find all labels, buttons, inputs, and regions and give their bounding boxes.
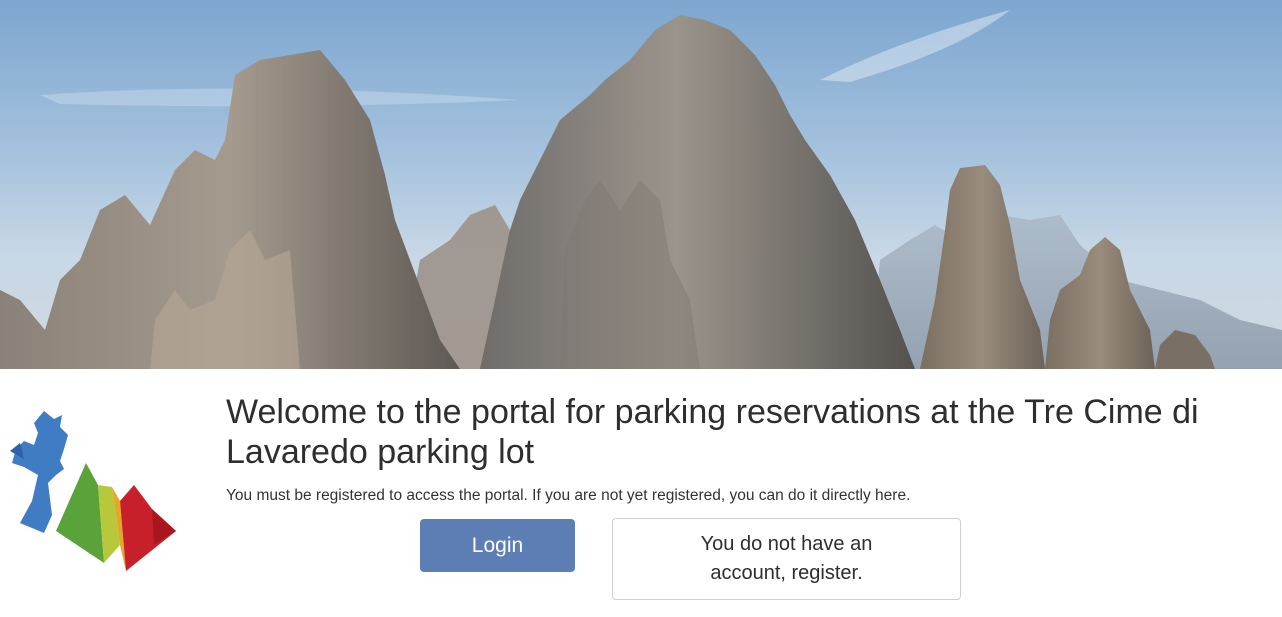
registration-notice: You must be registered to access the por… xyxy=(226,487,911,504)
welcome-section: Welcome to the portal for parking reserv… xyxy=(226,392,1266,505)
page-title: Welcome to the portal for parking reserv… xyxy=(226,393,1199,471)
hero-banner xyxy=(0,0,1282,369)
register-button-label: You do not have an account, register. xyxy=(700,533,873,584)
login-button[interactable]: Login xyxy=(420,519,575,572)
register-button[interactable]: You do not have an account, register. xyxy=(612,518,961,600)
mountain-peaks-image xyxy=(0,10,1282,369)
rooster-mountains-logo xyxy=(4,405,180,575)
